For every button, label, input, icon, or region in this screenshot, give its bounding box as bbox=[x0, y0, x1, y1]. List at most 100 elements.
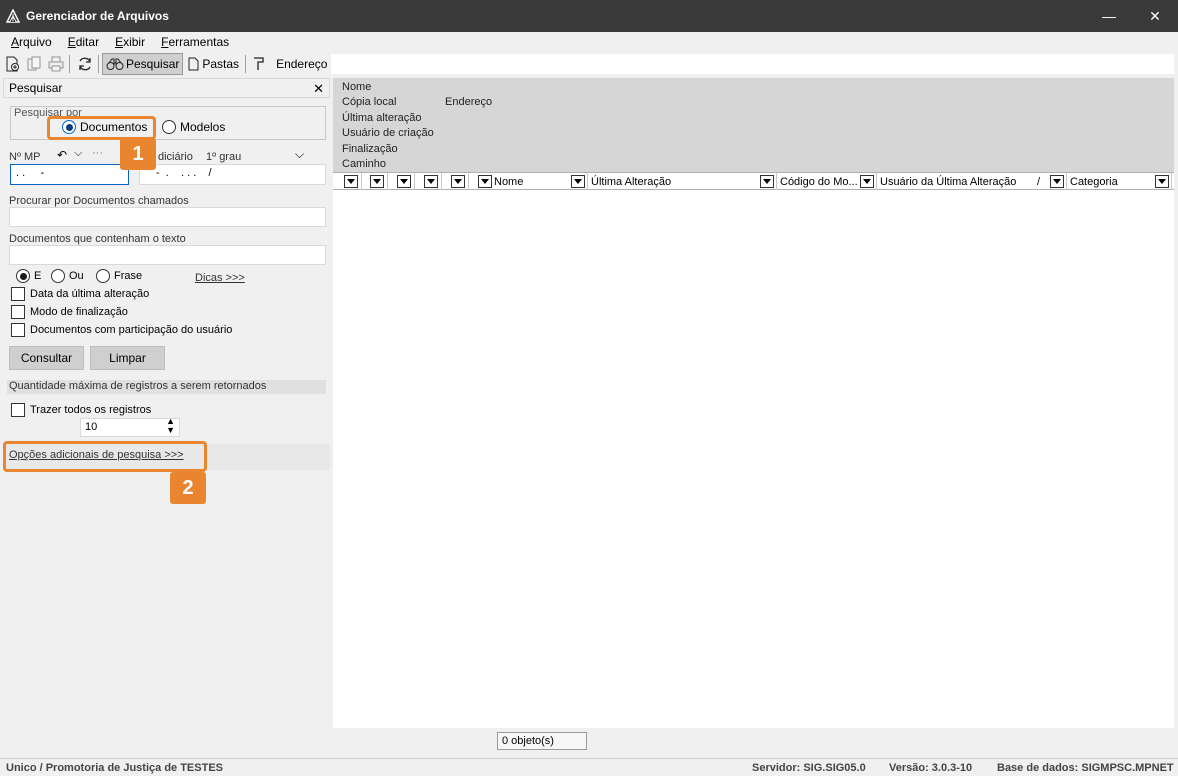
col-filter-2[interactable] bbox=[368, 173, 388, 190]
chk-trazer-label: Trazer todos os registros bbox=[30, 404, 152, 416]
binoculars-icon bbox=[106, 58, 124, 70]
highlight-documentos bbox=[47, 116, 156, 140]
limpar-button[interactable]: Limpar bbox=[90, 346, 165, 370]
checkbox-box bbox=[11, 403, 25, 417]
toolbar-separator bbox=[69, 55, 70, 73]
chk-participacao[interactable]: Documentos com participação do usuário bbox=[11, 323, 232, 337]
search-toolbar-button[interactable]: Pesquisar bbox=[102, 53, 184, 75]
radio-frase[interactable]: Frase bbox=[96, 269, 142, 283]
status-version: Versão: 3.0.3-10 bbox=[889, 762, 973, 774]
menu-editar[interactable]: Editar bbox=[68, 35, 99, 49]
quantidade-label: Quantidade máxima de registros a serem r… bbox=[9, 380, 267, 392]
procurar-input[interactable] bbox=[9, 207, 326, 227]
mp-number-field[interactable]: . . - bbox=[10, 164, 129, 185]
status-unit: Unico / Promotoria de Justiça de TESTES bbox=[6, 762, 223, 774]
results-grid-body[interactable] bbox=[333, 190, 1174, 728]
minimize-button[interactable]: — bbox=[1086, 0, 1132, 32]
texto-input[interactable] bbox=[9, 245, 326, 265]
dropdown-icon[interactable] bbox=[760, 175, 774, 188]
col-codigo-label: Código do Mo... bbox=[780, 175, 858, 188]
dropdown-icon[interactable] bbox=[424, 175, 438, 188]
radio-ou[interactable]: Ou bbox=[51, 269, 84, 283]
col-ultima-label: Última Alteração bbox=[591, 175, 672, 188]
radio-modelos-label: Modelos bbox=[180, 120, 226, 134]
dicas-link[interactable]: Dicas >>> bbox=[195, 272, 245, 284]
close-window-button[interactable]: ✕ bbox=[1132, 0, 1178, 32]
dropdown-icon[interactable] bbox=[451, 175, 465, 188]
dropdown-icon[interactable] bbox=[397, 175, 411, 188]
col-usuario-ultima[interactable]: Usuário da Última Alteração / bbox=[877, 173, 1067, 190]
col-usuario-label: Usuário da Última Alteração bbox=[880, 175, 1017, 188]
col-filter-1[interactable] bbox=[342, 173, 362, 190]
menu-ferramentas[interactable]: Ferramentas bbox=[161, 35, 229, 49]
dropdown-icon[interactable] bbox=[860, 175, 874, 188]
dropdown-icon[interactable] bbox=[344, 175, 358, 188]
radio-indicator bbox=[96, 269, 110, 283]
chk-trazer-todos[interactable]: Trazer todos os registros bbox=[11, 403, 151, 417]
checkbox-box bbox=[11, 323, 25, 337]
dropdown-icon[interactable] bbox=[571, 175, 585, 188]
new-document-icon[interactable] bbox=[2, 54, 22, 74]
print-icon[interactable] bbox=[46, 54, 66, 74]
sort-indicator: / bbox=[1036, 175, 1040, 188]
col-codigo-modelo[interactable]: Código do Mo... bbox=[777, 173, 877, 190]
col-filter-3[interactable] bbox=[395, 173, 415, 190]
quantidade-stepper[interactable]: 10 ▲ ▼ bbox=[80, 417, 180, 437]
radio-modelos[interactable]: Modelos bbox=[162, 120, 225, 134]
consultar-button[interactable]: Consultar bbox=[9, 346, 84, 370]
stepper-arrows-icon[interactable]: ▲ ▼ bbox=[166, 417, 175, 435]
info-endereco: Endereço bbox=[445, 96, 493, 108]
address-label: Endereço bbox=[276, 57, 328, 71]
app-logo-icon bbox=[4, 7, 22, 25]
document-info-area: Nome Cópia local Endereço Última alteraç… bbox=[333, 78, 1174, 172]
col-categoria[interactable]: Categoria bbox=[1067, 173, 1172, 190]
menu-exibir[interactable]: Exibir bbox=[115, 35, 145, 49]
close-pane-icon[interactable]: ✕ bbox=[313, 81, 324, 97]
search-toolbar-label: Pesquisar bbox=[126, 57, 180, 71]
refresh-icon[interactable] bbox=[75, 54, 95, 74]
object-count: 0 objeto(s) bbox=[497, 732, 587, 750]
search-pane-title: Pesquisar bbox=[9, 81, 63, 95]
grau-value[interactable]: 1º grau bbox=[206, 151, 241, 163]
status-server: Servidor: SIG.SIG05.0 bbox=[752, 762, 866, 774]
chk-data-alteracao[interactable]: Data da última alteração bbox=[11, 287, 149, 301]
results-grid-footer: 0 objeto(s) bbox=[333, 728, 1174, 756]
texto-label: Documentos que contenham o texto bbox=[9, 233, 186, 245]
info-ultima-alteracao: Última alteração bbox=[342, 112, 422, 124]
folders-toolbar-button[interactable]: Pastas bbox=[183, 53, 242, 75]
col-nome[interactable]: Nome bbox=[476, 173, 588, 190]
grau-dropdown-icon[interactable]: ⌵ bbox=[295, 147, 304, 162]
judicial-label: diciário bbox=[158, 151, 193, 163]
menu-arquivo[interactable]: Arquivo bbox=[11, 35, 52, 49]
info-copia-local: Cópia local bbox=[342, 96, 397, 108]
address-input[interactable] bbox=[331, 54, 1174, 74]
badge-1: 1 bbox=[120, 138, 156, 170]
chk-modo-finalizacao[interactable]: Modo de finalização bbox=[11, 305, 128, 319]
pin-icon bbox=[254, 57, 264, 70]
mp-number-value: . . - bbox=[16, 167, 45, 179]
copy-document-icon[interactable] bbox=[24, 54, 44, 74]
dropdown-icon[interactable] bbox=[1050, 175, 1064, 188]
address-toolbar-button[interactable]: Endereço bbox=[249, 53, 330, 75]
col-filter-4[interactable] bbox=[422, 173, 442, 190]
results-grid-header: Nome Última Alteração Código do Mo... Us… bbox=[333, 172, 1174, 190]
dropdown-icon[interactable] bbox=[478, 175, 492, 188]
col-ultima-alteracao[interactable]: Última Alteração bbox=[588, 173, 777, 190]
radio-indicator bbox=[162, 120, 176, 134]
info-nome: Nome bbox=[342, 81, 372, 93]
radio-e[interactable]: E bbox=[16, 269, 41, 283]
radio-indicator bbox=[16, 269, 30, 283]
col-filter-5[interactable] bbox=[449, 173, 469, 190]
menu-bar: Arquivo Editar Exibir Ferramentas bbox=[0, 32, 1178, 52]
back-arrow-icon[interactable]: ↶ bbox=[57, 148, 67, 162]
judicial-number-field[interactable]: - . . . . / bbox=[139, 164, 326, 185]
radio-frase-label: Frase bbox=[114, 270, 143, 282]
chk-participacao-label: Documentos com participação do usuário bbox=[30, 324, 233, 336]
info-caminho: Caminho bbox=[342, 158, 387, 170]
dropdown-icon[interactable] bbox=[370, 175, 384, 188]
chevron-down-icon[interactable]: ⌵ bbox=[74, 147, 82, 160]
col-nome-label: Nome bbox=[494, 175, 524, 188]
folder-icon bbox=[188, 57, 199, 71]
more-icon[interactable]: ··· bbox=[92, 147, 103, 159]
dropdown-icon[interactable] bbox=[1155, 175, 1169, 188]
